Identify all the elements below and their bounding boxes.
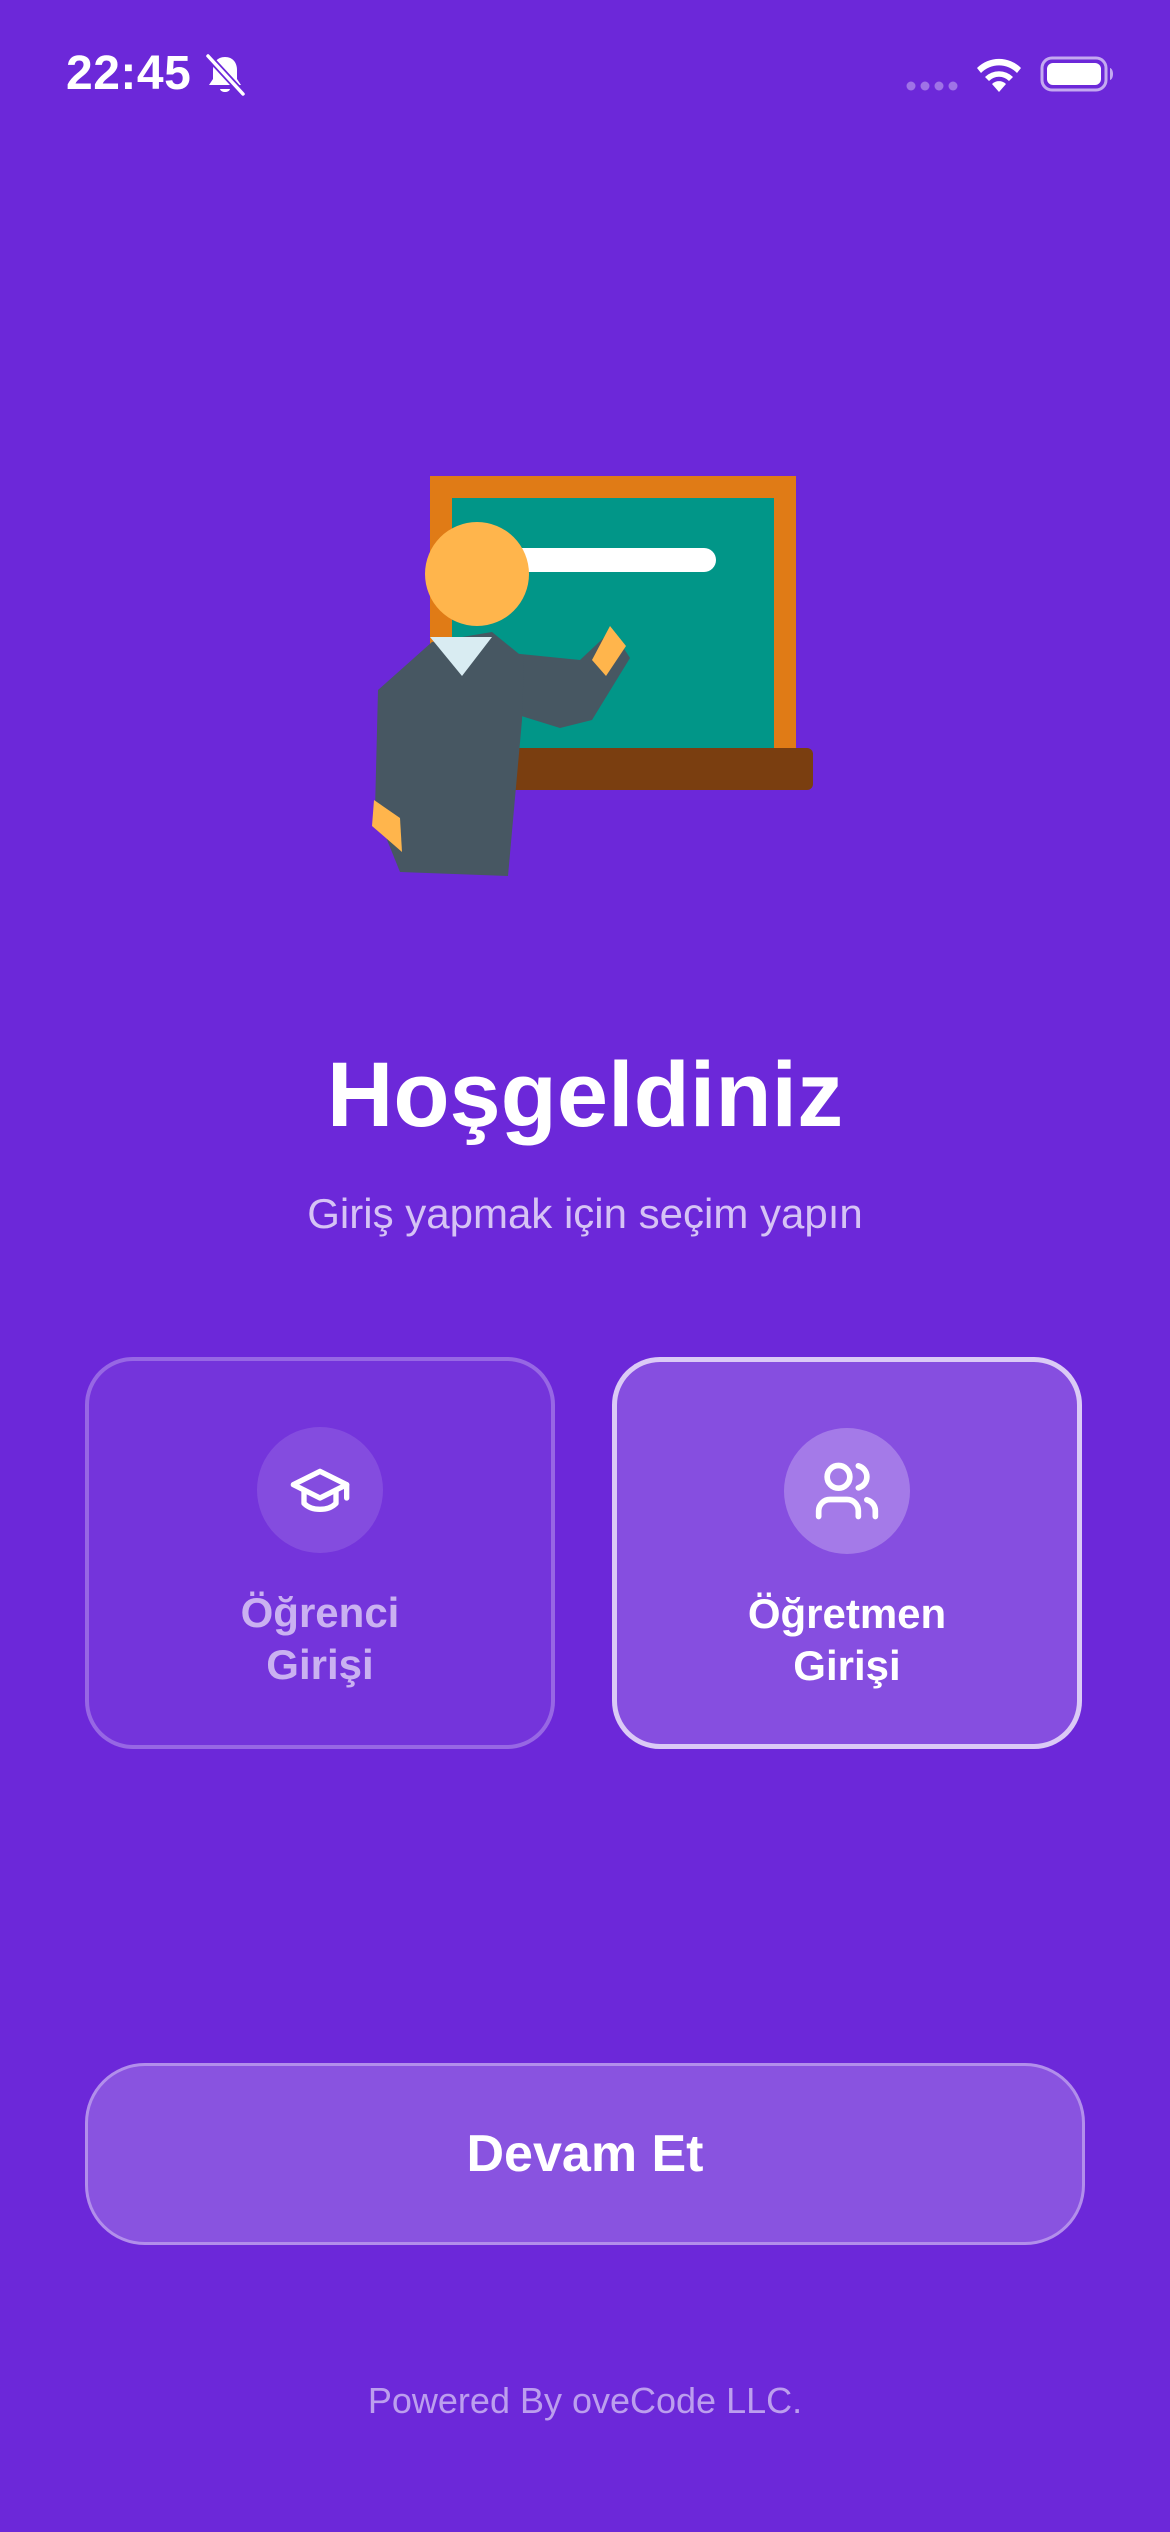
teacher-at-blackboard-illustration [372,476,813,876]
student-label-line2: Girişi [266,1641,374,1688]
teacher-head [425,522,529,626]
blackboard-ledge [505,748,813,790]
teacher-login-label: Öğretmen Girişi [617,1588,1077,1692]
status-bar: 22:45 [0,0,1170,150]
student-login-card[interactable]: Öğrenci Girişi [85,1357,555,1749]
student-login-label: Öğrenci Girişi [89,1587,551,1691]
cellular-signal-icon [906,81,958,91]
student-label-line1: Öğrenci [240,1589,400,1636]
graduation-cap-icon [290,1468,350,1512]
welcome-subtitle: Giriş yapmak için seçim yapın [307,1190,863,1237]
teacher-icon-circle [784,1428,910,1554]
teacher-login-card[interactable]: Öğretmen Girişi [612,1357,1082,1749]
status-time: 22:45 [66,47,192,100]
battery-icon [1040,56,1113,92]
wifi-icon [977,58,1021,92]
bell-slash-icon [204,52,247,98]
teacher-label-line1: Öğretmen [747,1590,947,1637]
student-icon-circle [257,1427,383,1553]
welcome-title: Hoşgeldiniz [326,1044,844,1146]
teacher-label-line2: Girişi [793,1642,901,1689]
users-icon [815,1462,879,1520]
powered-by-footer: Powered By oveCode LLC. [367,2380,803,2421]
continue-button[interactable]: Devam Et [85,2063,1085,2245]
